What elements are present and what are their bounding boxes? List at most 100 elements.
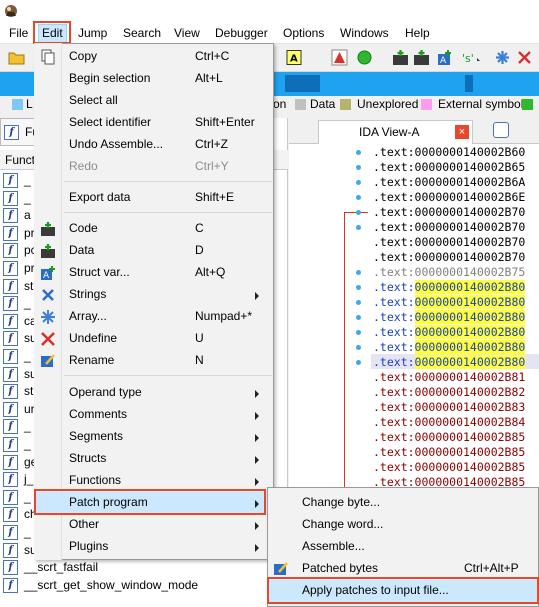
disassembly-line[interactable]: .text:0000000140002B82 [373,385,525,400]
segment-prefix: .text: [373,160,415,174]
function-list-item[interactable]: f __scrt_fastfail [0,559,288,576]
breakpoint-dot[interactable] [356,225,361,230]
menu-item-rename[interactable]: Rename N [35,350,273,372]
disassembly-line[interactable]: .text:0000000140002B70 [373,235,525,250]
breakpoint-dot[interactable] [356,285,361,290]
disassembly-line[interactable]: .text:0000000140002B80 [373,325,526,340]
menu-item-export-data[interactable]: Export data Shift+E [35,187,273,209]
struct-toolbar-icon[interactable]: A [436,49,453,66]
menu-item-shortcut: Ctrl+C [195,49,230,63]
strings-toolbar-icon[interactable]: 's' [460,49,482,66]
menu-item-comments[interactable]: Comments [35,404,273,426]
function-list-item[interactable]: f __scrt_get_show_window_mode [0,577,288,594]
menu-item-operand-type[interactable]: Operand type [35,382,273,404]
function-name: _ [24,349,31,363]
string-literal-icon[interactable]: A [286,49,302,66]
menu-item-copy[interactable]: Copy Ctrl+C [35,46,273,68]
menu-item-functions[interactable]: Functions [35,470,273,492]
data-toolbar-icon[interactable] [413,49,430,66]
breakpoint-dot[interactable] [356,180,361,185]
open-folder-icon[interactable] [8,49,25,66]
disassembly-line[interactable]: .text:0000000140002B85 [373,445,525,460]
run-icon[interactable] [356,49,373,66]
breakpoint-dot[interactable] [356,270,361,275]
disassembly-line[interactable]: .text:0000000140002B60 [373,145,525,160]
disassembly-line[interactable]: .text:0000000140002B84 [373,415,525,430]
menu-help[interactable]: Help [402,25,433,42]
submenu-item-apply-patches[interactable]: Apply patches to input file... [268,580,538,602]
menu-item-begin-selection[interactable]: Begin selection Alt+L [35,68,273,90]
menu-item-struct-var[interactable]: A Struct var... Alt+Q [35,262,273,284]
function-icon: f [3,208,18,224]
legend-swatch [295,99,306,110]
menu-debugger[interactable]: Debugger [212,25,271,42]
disassembly-line[interactable]: .text:0000000140002B6E [373,190,525,205]
menu-item-code[interactable]: Code C [35,218,273,240]
submenu-arrow-icon [255,522,259,530]
menu-item-data[interactable]: Data D [35,240,273,262]
menu-view[interactable]: View [171,25,203,42]
menu-item-shortcut: Ctrl+Alt+P [464,561,519,575]
disassembly-line[interactable]: .text:0000000140002B75 [373,265,525,280]
breakpoint-dot[interactable] [356,330,361,335]
menu-item-other[interactable]: Other [35,514,273,536]
disassembly-line[interactable]: .text:0000000140002B70 [373,250,525,265]
menu-item-patch-program[interactable]: Patch program [35,492,273,514]
disassembly-line[interactable]: .text:0000000140002B81 [373,370,525,385]
menu-file[interactable]: File [6,25,31,42]
disassembly-line[interactable]: .text:0000000140002B80 [373,355,526,370]
menu-options[interactable]: Options [280,25,327,42]
menu-item-undo-assemble[interactable]: Undo Assemble... Ctrl+Z [35,134,273,156]
disassembly-line[interactable]: .text:0000000140002B80 [373,295,526,310]
submenu-item-change-word[interactable]: Change word... [268,514,538,536]
menu-item-undefine[interactable]: Undefine U [35,328,273,350]
disassembly-line[interactable]: .text:0000000140002B65 [373,160,525,175]
disassembly-line[interactable]: .text:0000000140002B80 [373,310,526,325]
breakpoint-dot[interactable] [356,165,361,170]
undefine-toolbar-icon[interactable] [516,49,533,66]
line-address: 0000000140002B80 [414,310,526,324]
menu-search[interactable]: Search [120,25,164,42]
breakpoint-dot[interactable] [356,360,361,365]
hex-view-tab-icon[interactable] [493,122,509,138]
disassembly-line[interactable]: .text:0000000140002B70 [373,220,525,235]
menu-item-label: Undo Assemble... [69,137,164,151]
menu-item-strings[interactable]: Strings [35,284,273,306]
array-toolbar-icon[interactable] [494,49,511,66]
breakpoint-dot[interactable] [356,345,361,350]
submenu-item-patched-bytes[interactable]: Patched bytes Ctrl+Alt+P [268,558,538,580]
menu-item-structs[interactable]: Structs [35,448,273,470]
breakpoint-dot[interactable] [356,315,361,320]
disassembly-line[interactable]: .text:0000000140002B80 [373,280,526,295]
menu-item-label: Struct var... [69,265,130,279]
breakpoint-dot[interactable] [356,300,361,305]
disassembly-line[interactable]: .text:0000000140002B85 [373,460,525,475]
menu-item-select-all[interactable]: Select all [35,90,273,112]
menu-edit[interactable]: Edit [38,24,67,43]
breakpoint-dot[interactable] [356,210,361,215]
menu-item-segments[interactable]: Segments [35,426,273,448]
submenu-item-assemble[interactable]: Assemble... [268,536,538,558]
disassembly-line[interactable]: .text:0000000140002B83 [373,400,525,415]
disassembly-line[interactable]: .text:0000000140002B70 [373,205,525,220]
segment-prefix: .text: [373,445,415,459]
submenu-arrow-icon [255,544,259,552]
function-icon: f [3,261,18,276]
submenu-item-change-byte[interactable]: Change byte... [268,492,538,514]
menu-item-shortcut: D [195,243,204,257]
menu-windows[interactable]: Windows [337,25,392,42]
code-toolbar-icon[interactable] [392,49,409,66]
disassembly-line[interactable]: .text:0000000140002B80 [373,340,526,355]
menu-jump[interactable]: Jump [75,25,110,42]
disassembly-line[interactable]: .text:0000000140002B6A [373,175,525,190]
menu-item-select-identifier[interactable]: Select identifier Shift+Enter [35,112,273,134]
menu-item-plugins[interactable]: Plugins [35,536,273,558]
close-tab-icon[interactable]: × [455,125,469,139]
disassembly-line[interactable]: .text:0000000140002B85 [373,430,525,445]
breakpoint-dot[interactable] [356,195,361,200]
menu-item-array[interactable]: Array... Numpad+* [35,306,273,328]
segment-prefix: .text: [373,265,415,279]
tab-ida-view-a[interactable]: IDA View-A × [318,120,473,144]
warning-icon[interactable] [331,49,348,66]
breakpoint-dot[interactable] [356,150,361,155]
